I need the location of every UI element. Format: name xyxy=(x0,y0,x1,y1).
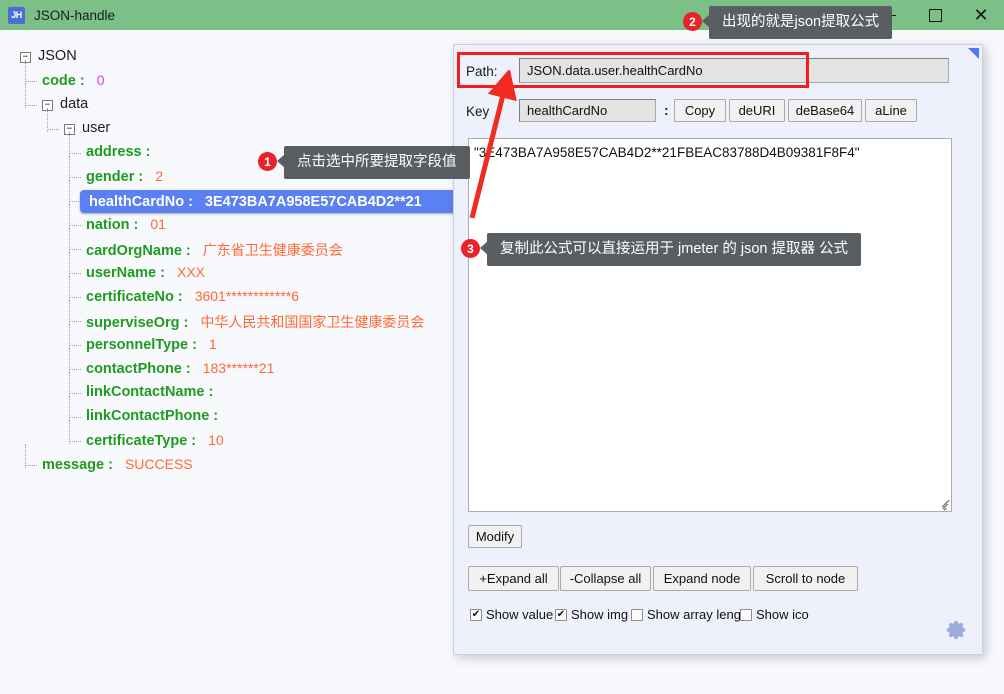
tree-key: linkContactName : xyxy=(86,384,213,400)
tree-value: 1 xyxy=(209,336,217,352)
tree-guide-stub xyxy=(69,177,81,178)
tree-guide-stub xyxy=(25,81,37,82)
annotation-tooltip-2: 出现的就是json提取公式 xyxy=(709,6,892,39)
tree-node-JSON[interactable]: JSON xyxy=(38,48,77,64)
annotation-badge-2: 2 xyxy=(683,12,702,31)
expand-node-button[interactable]: Expand node xyxy=(653,566,751,591)
tree-node-data[interactable]: data xyxy=(60,96,88,112)
expand-all-button[interactable]: +Expand all xyxy=(468,566,559,591)
scroll-to-node-button[interactable]: Scroll to node xyxy=(753,566,858,591)
tree-value: 3E473BA7A958E57CAB4D2**21 xyxy=(205,194,422,210)
tree-guide-stub xyxy=(47,129,59,130)
tree-row-gender[interactable]: gender : 2 xyxy=(86,168,163,185)
tree-value: 2 xyxy=(155,168,163,184)
annotation-tooltip-3: 复制此公式可以直接运用于 jmeter 的 json 提取器 公式 xyxy=(487,233,861,266)
checkbox-label: Show value xyxy=(486,607,553,622)
tree-value: 3601************6 xyxy=(195,288,299,304)
tree-guide-stub xyxy=(25,465,37,466)
checkbox-box[interactable]: ✔ xyxy=(470,609,482,621)
tree-guide-stub xyxy=(69,321,81,322)
tree-row-certificateNo[interactable]: certificateNo : 3601************6 xyxy=(86,288,299,305)
tree-row-personnelType[interactable]: personnelType : 1 xyxy=(86,336,217,353)
tree-key: superviseOrg : xyxy=(86,315,188,331)
tree-value: XXX xyxy=(177,264,205,280)
tree-key: userName : xyxy=(86,265,165,281)
checkbox-label: Show ico xyxy=(756,607,809,622)
tree-value: 中华人民共和国国家卫生健康委员会 xyxy=(200,314,424,330)
tree-key: address : xyxy=(86,144,150,160)
tree-row-selected-healthCardNo[interactable]: healthCardNo : 3E473BA7A958E57CAB4D2**21 xyxy=(80,190,470,213)
tree-guide-stub xyxy=(69,273,81,274)
panel-collapse-triangle-icon[interactable] xyxy=(968,48,979,59)
tree-guide-stub xyxy=(69,417,81,418)
tree-row-address[interactable]: address : xyxy=(86,144,150,160)
tree-guide-stub xyxy=(69,441,81,442)
tree-row-contactPhone[interactable]: contactPhone : 183******21 xyxy=(86,360,274,377)
tree-guide-stub xyxy=(69,153,81,154)
debase64-button[interactable]: deBase64 xyxy=(788,99,862,122)
tree-guide-stub xyxy=(69,225,81,226)
tree-key: nation : xyxy=(86,217,138,233)
tree-key: certificateNo : xyxy=(86,289,183,305)
checkbox-show-value[interactable]: ✔ Show value xyxy=(470,607,553,622)
tree-key: contactPhone : xyxy=(86,361,191,377)
app-icon: JH xyxy=(8,7,25,24)
tree-node-user[interactable]: user xyxy=(82,120,110,136)
tree-value: SUCCESS xyxy=(125,456,193,472)
aline-button[interactable]: aLine xyxy=(865,99,917,122)
textarea-resize-grip[interactable] xyxy=(940,500,952,512)
checkbox-label: Show array leng xyxy=(647,607,741,622)
tree-value: 01 xyxy=(150,216,166,232)
copy-button[interactable]: Copy xyxy=(674,99,726,122)
tree-key: code : xyxy=(42,73,85,89)
key-colon: : xyxy=(664,103,669,118)
collapse-all-button[interactable]: -Collapse all xyxy=(560,566,651,591)
window-title: JSON-handle xyxy=(34,8,115,23)
tree-guide-stub xyxy=(69,345,81,346)
checkbox-box[interactable] xyxy=(740,609,752,621)
maximize-button[interactable] xyxy=(912,0,958,30)
tree-guide-stub xyxy=(69,393,81,394)
tree-key: linkContactPhone : xyxy=(86,408,218,424)
tree-key: personnelType : xyxy=(86,337,197,353)
tree-row-code[interactable]: code : 0 xyxy=(42,72,105,89)
tree-row-nation[interactable]: nation : 01 xyxy=(86,216,166,233)
checkbox-box[interactable] xyxy=(631,609,643,621)
json-tree-pane[interactable]: −JSONcode :0−data−useraddress :gender :2… xyxy=(0,30,470,694)
deuri-button[interactable]: deURI xyxy=(729,99,785,122)
checkbox-label: Show img xyxy=(571,607,628,622)
modify-button[interactable]: Modify xyxy=(468,525,522,548)
checkbox-show-img[interactable]: ✔ Show img xyxy=(555,607,628,622)
settings-gear-icon[interactable] xyxy=(946,619,968,641)
tree-value: 广东省卫生健康委员会 xyxy=(203,242,343,258)
tree-row-cardOrgName[interactable]: cardOrgName : 广东省卫生健康委员会 xyxy=(86,240,343,260)
annotation-badge-3: 3 xyxy=(461,239,480,258)
annotation-tooltip-1: 点击选中所要提取字段值 xyxy=(284,146,470,179)
tree-row-superviseOrg[interactable]: superviseOrg : 中华人民共和国国家卫生健康委员会 xyxy=(86,312,424,332)
tree-guide-stub xyxy=(25,105,37,106)
tree-row-certificateType[interactable]: certificateType : 10 xyxy=(86,432,224,449)
tree-row-linkContactPhone[interactable]: linkContactPhone : xyxy=(86,408,218,424)
tree-key: message : xyxy=(42,457,113,473)
tree-key: certificateType : xyxy=(86,433,196,449)
tree-key: gender : xyxy=(86,169,143,185)
tree-row-message[interactable]: message : SUCCESS xyxy=(42,456,193,473)
tree-row-userName[interactable]: userName : XXX xyxy=(86,264,205,281)
tree-guide-stub xyxy=(69,297,81,298)
close-button[interactable]: ✕ xyxy=(958,0,1004,30)
tree-key: healthCardNo : xyxy=(89,194,193,210)
tree-value: 183******21 xyxy=(203,360,275,376)
tree-guide-stub xyxy=(69,249,81,250)
checkbox-show-ico[interactable]: Show ico xyxy=(740,607,809,622)
annotation-badge-1: 1 xyxy=(258,152,277,171)
tree-row-linkContactName[interactable]: linkContactName : xyxy=(86,384,213,400)
tree-value: 10 xyxy=(208,432,224,448)
checkbox-show-array-leng[interactable]: Show array leng xyxy=(631,607,741,622)
tree-guide-stub xyxy=(69,369,81,370)
tree-value: 0 xyxy=(97,72,105,88)
checkbox-box[interactable]: ✔ xyxy=(555,609,567,621)
tree-key: cardOrgName : xyxy=(86,243,191,259)
